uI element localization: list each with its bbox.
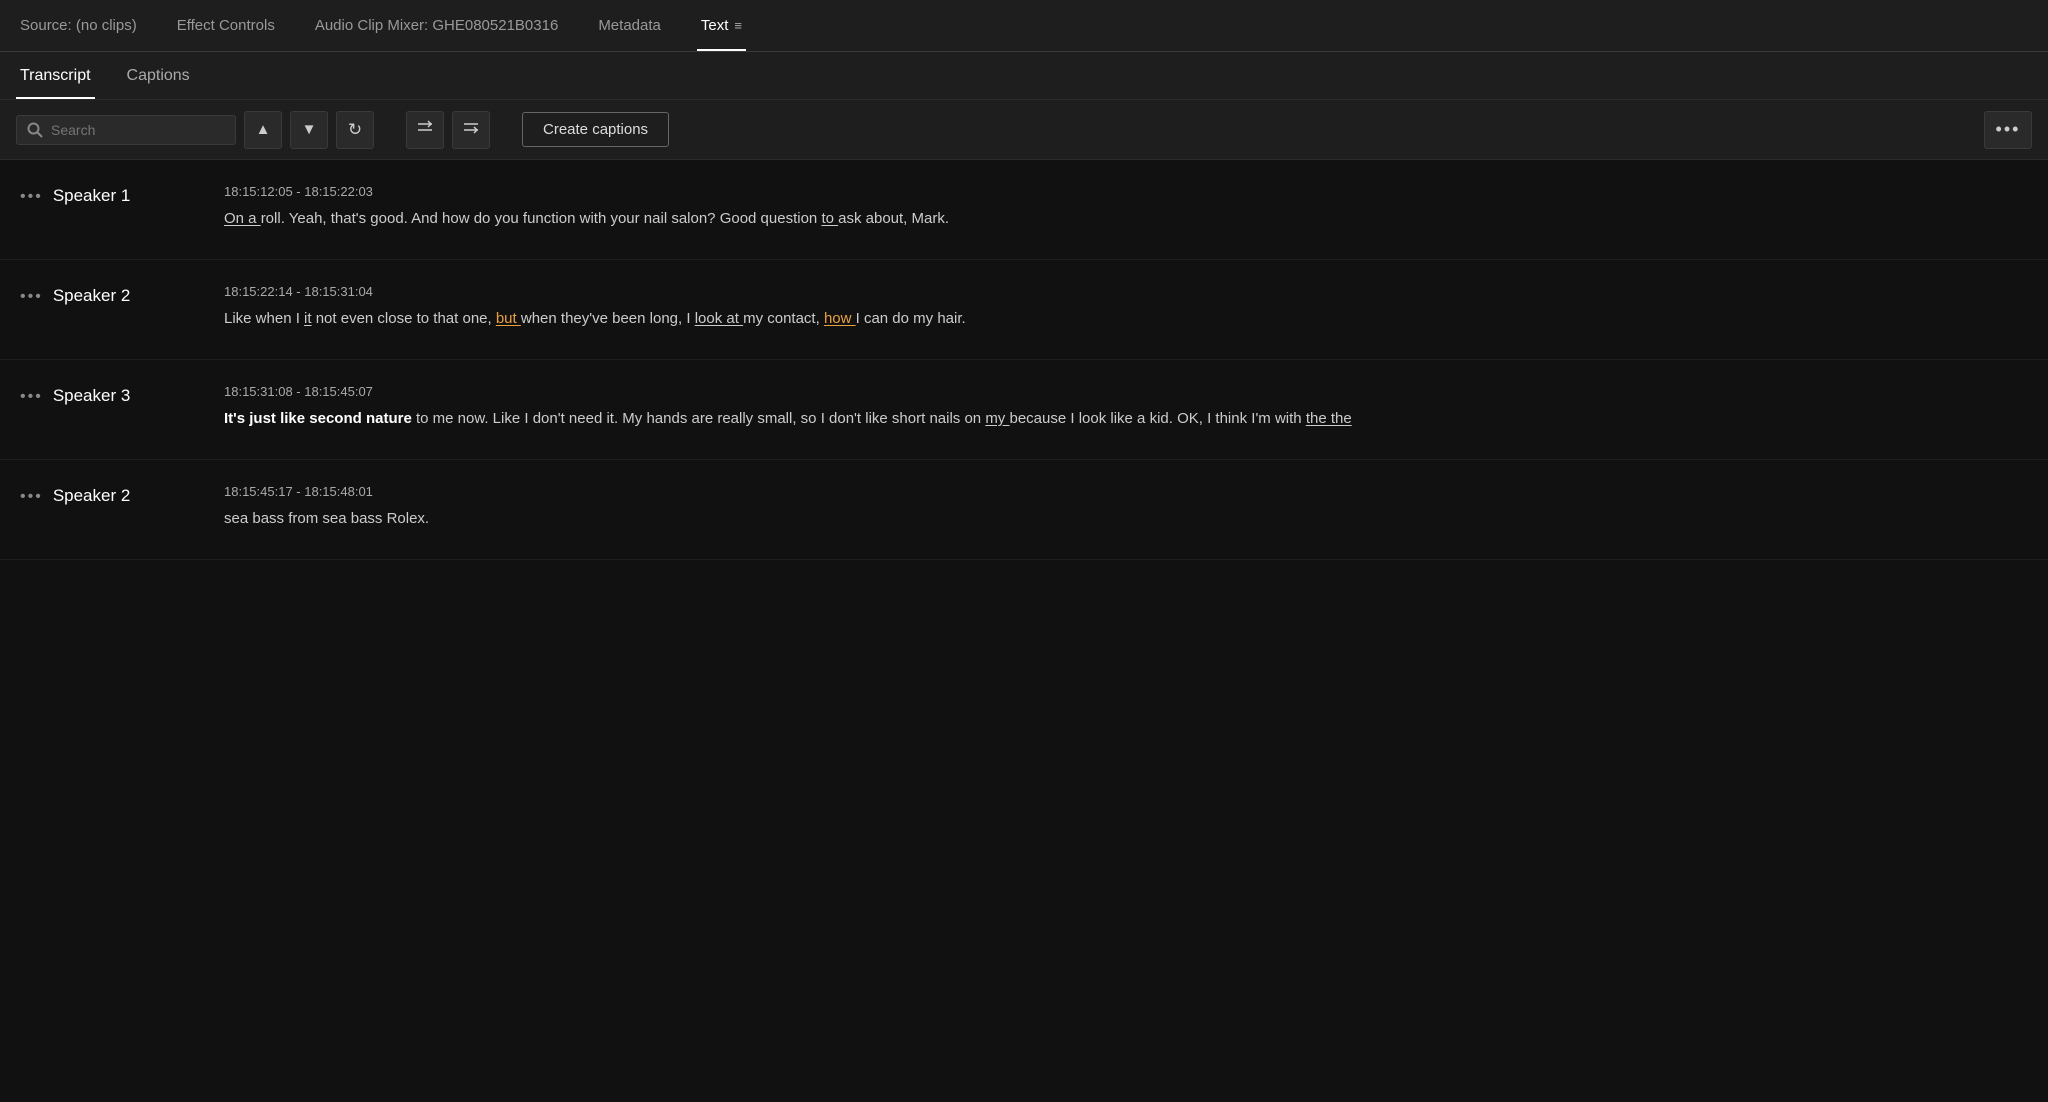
tab-source[interactable]: Source: (no clips) bbox=[16, 0, 141, 51]
transcript-entry: ••• Speaker 1 18:15:12:05 - 18:15:22:03 … bbox=[0, 160, 2048, 260]
tab-text-label: Text bbox=[701, 17, 729, 34]
transcript-content[interactable]: ••• Speaker 1 18:15:12:05 - 18:15:22:03 … bbox=[0, 160, 2048, 1102]
transcript-text: It's just like second nature to me now. … bbox=[224, 407, 2028, 431]
text-segment: because I look like a kid. OK, I think I… bbox=[1009, 410, 1305, 427]
create-captions-button[interactable]: Create captions bbox=[522, 112, 669, 147]
tab-metadata[interactable]: Metadata bbox=[594, 0, 665, 51]
search-icon bbox=[27, 122, 43, 138]
scroll-up-button[interactable]: ▲ bbox=[244, 111, 282, 149]
adjust-up-icon bbox=[416, 118, 434, 141]
speaker-col: ••• Speaker 2 bbox=[20, 484, 200, 531]
timestamp: 18:15:45:17 - 18:15:48:01 bbox=[224, 484, 2028, 499]
speaker-col: ••• Speaker 1 bbox=[20, 184, 200, 231]
text-segment: sea bass from sea bass Rolex. bbox=[224, 510, 429, 527]
text-segment: look at bbox=[695, 310, 743, 327]
speaker-menu-dots[interactable]: ••• bbox=[20, 188, 43, 206]
text-segment: when they've been long, I bbox=[521, 310, 695, 327]
adjust-down-icon bbox=[462, 118, 480, 141]
timestamp: 18:15:22:14 - 18:15:31:04 bbox=[224, 284, 2028, 299]
speaker-name: Speaker 3 bbox=[53, 386, 131, 406]
text-segment: my bbox=[985, 410, 1009, 427]
text-segment: how bbox=[824, 310, 856, 327]
more-options-button[interactable]: ••• bbox=[1984, 111, 2032, 149]
transcript-body: 18:15:22:14 - 18:15:31:04 Like when I it… bbox=[224, 284, 2028, 331]
transcript-text: On a roll. Yeah, that's good. And how do… bbox=[224, 207, 2028, 231]
text-segment: I can do my hair. bbox=[856, 310, 966, 327]
text-segment: roll. Yeah, that's good. And how do you … bbox=[261, 210, 822, 227]
text-segment: it bbox=[304, 310, 312, 327]
transcript-entry: ••• Speaker 2 18:15:45:17 - 18:15:48:01 … bbox=[0, 460, 2048, 560]
transcript-text: sea bass from sea bass Rolex. bbox=[224, 507, 2028, 531]
speaker-col: ••• Speaker 3 bbox=[20, 384, 200, 431]
timestamp: 18:15:12:05 - 18:15:22:03 bbox=[224, 184, 2028, 199]
tab-audio-clip-mixer[interactable]: Audio Clip Mixer: GHE080521B0316 bbox=[311, 0, 562, 51]
sub-tab-bar: Transcript Captions bbox=[0, 52, 2048, 100]
speaker-col: ••• Speaker 2 bbox=[20, 284, 200, 331]
speaker-menu-dots[interactable]: ••• bbox=[20, 388, 43, 406]
text-segment: my contact, bbox=[743, 310, 824, 327]
text-segment: to bbox=[821, 210, 838, 227]
timestamp: 18:15:31:08 - 18:15:45:07 bbox=[224, 384, 2028, 399]
text-segment: It's just like second nature bbox=[224, 410, 412, 427]
chevron-down-icon: ▼ bbox=[302, 121, 317, 138]
text-segment: to me now. Like I don't need it. My hand… bbox=[412, 410, 986, 427]
text-segment: ask about, Mark. bbox=[838, 210, 949, 227]
adjust-up-button[interactable] bbox=[406, 111, 444, 149]
refresh-button[interactable]: ↻ bbox=[336, 111, 374, 149]
transcript-text: Like when I it not even close to that on… bbox=[224, 307, 2028, 331]
speaker-name: Speaker 1 bbox=[53, 186, 131, 206]
sub-tab-captions[interactable]: Captions bbox=[123, 52, 194, 99]
toolbar-end: ••• bbox=[1984, 111, 2032, 149]
text-segment: not even close to that one, bbox=[312, 310, 496, 327]
text-segment: the the bbox=[1306, 410, 1352, 427]
transcript-entry: ••• Speaker 2 18:15:22:14 - 18:15:31:04 … bbox=[0, 260, 2048, 360]
transcript-body: 18:15:31:08 - 18:15:45:07 It's just like… bbox=[224, 384, 2028, 431]
scroll-down-button[interactable]: ▼ bbox=[290, 111, 328, 149]
speaker-menu-dots[interactable]: ••• bbox=[20, 288, 43, 306]
text-segment: On a bbox=[224, 210, 261, 227]
search-input[interactable] bbox=[51, 122, 211, 138]
chevron-up-icon: ▲ bbox=[256, 121, 271, 138]
tab-text[interactable]: Text ≡ bbox=[697, 0, 746, 51]
speaker-name: Speaker 2 bbox=[53, 286, 131, 306]
search-box[interactable] bbox=[16, 115, 236, 145]
sub-tab-transcript[interactable]: Transcript bbox=[16, 52, 95, 99]
speaker-name: Speaker 2 bbox=[53, 486, 131, 506]
transcript-entry: ••• Speaker 3 18:15:31:08 - 18:15:45:07 … bbox=[0, 360, 2048, 460]
toolbar: ▲ ▼ ↻ Create captions ••• bbox=[0, 100, 2048, 160]
tab-effect-controls[interactable]: Effect Controls bbox=[173, 0, 279, 51]
tab-bar: Source: (no clips) Effect Controls Audio… bbox=[0, 0, 2048, 52]
transcript-body: 18:15:45:17 - 18:15:48:01 sea bass from … bbox=[224, 484, 2028, 531]
refresh-icon: ↻ bbox=[348, 120, 362, 140]
text-segment: Like when I bbox=[224, 310, 304, 327]
tab-menu-icon[interactable]: ≡ bbox=[734, 18, 742, 33]
transcript-body: 18:15:12:05 - 18:15:22:03 On a roll. Yea… bbox=[224, 184, 2028, 231]
text-segment: but bbox=[496, 310, 521, 327]
speaker-menu-dots[interactable]: ••• bbox=[20, 488, 43, 506]
adjust-down-button[interactable] bbox=[452, 111, 490, 149]
